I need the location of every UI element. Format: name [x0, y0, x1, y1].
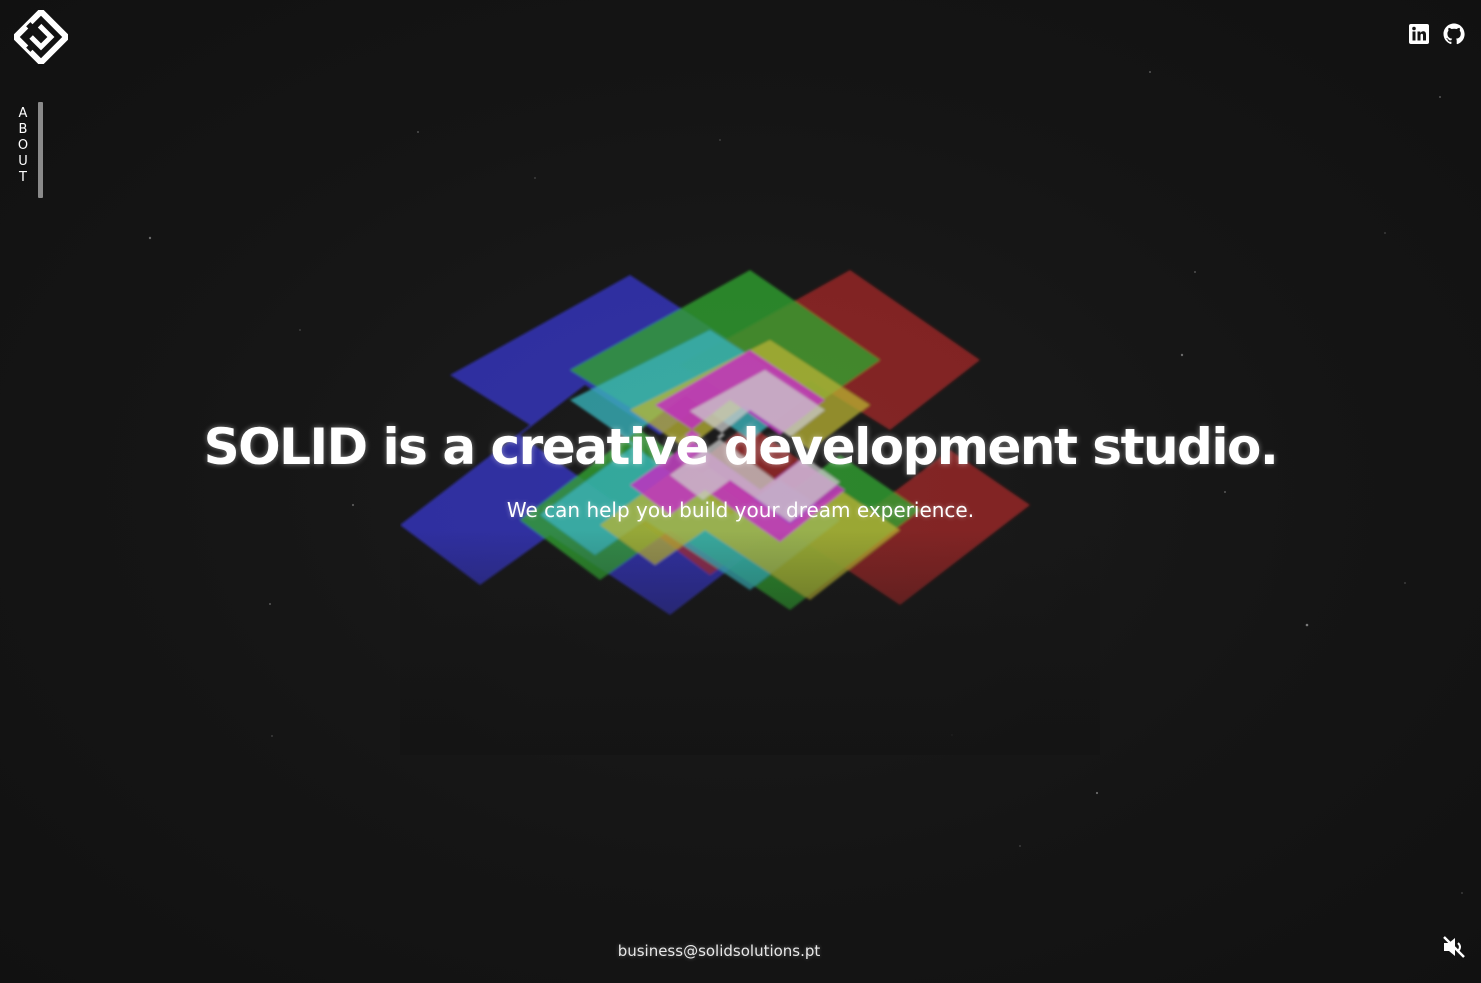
hero-subline: We can help you build your dream experie… — [506, 498, 975, 522]
about-label[interactable]: ABOUT — [16, 106, 30, 186]
hero-headline: SOLID is a creative development studio. — [203, 418, 1279, 476]
solid-logo-icon[interactable] — [11, 7, 71, 67]
linkedin-icon[interactable] — [1407, 22, 1431, 46]
contact-email-link[interactable]: business@solidsolutions.pt — [0, 942, 1438, 960]
github-icon[interactable] — [1442, 22, 1466, 46]
about-indicator-bar — [38, 102, 43, 198]
about-nav-link[interactable]: ABOUT — [12, 102, 46, 200]
speaker-muted-icon[interactable] — [1441, 934, 1467, 960]
